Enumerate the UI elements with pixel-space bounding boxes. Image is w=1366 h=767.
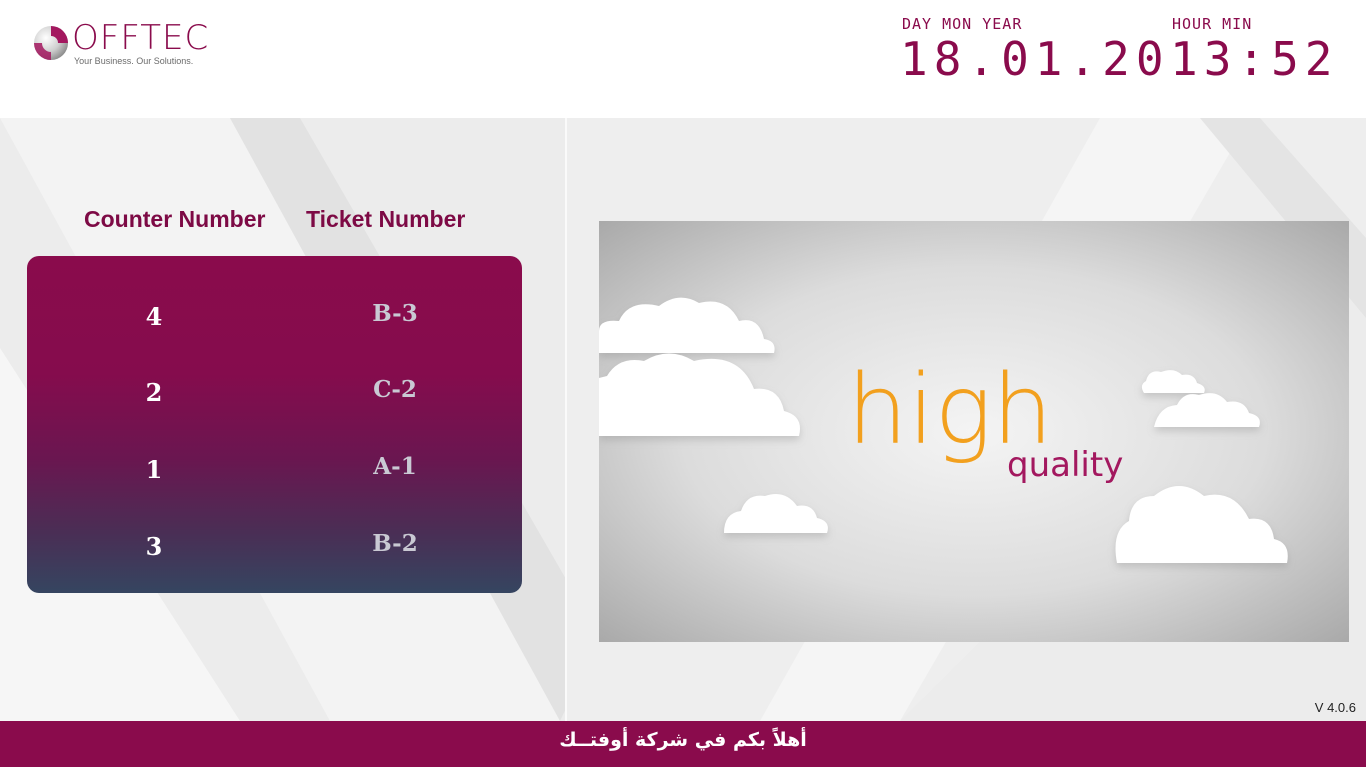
ticket-number: B-2: [372, 530, 418, 557]
app-version: V 4.0.6: [1314, 700, 1356, 715]
promo-video-frame: high quality: [599, 297, 1288, 563]
counter-number: 1: [145, 455, 163, 484]
counter-number: 4: [145, 302, 163, 331]
ticket-number: B-3: [372, 300, 418, 327]
time-label: HOUR MIN: [1172, 15, 1253, 33]
date-display: 18.01.20: [900, 32, 1170, 86]
ticket-number: C-2: [373, 376, 417, 403]
counter-number: 2: [145, 378, 163, 407]
brand-logo: OFFTEC Your Business. Our Solutions.: [32, 18, 232, 70]
queue-row: 2 C-2: [27, 376, 522, 416]
counter-number: 3: [145, 532, 163, 561]
welcome-message: أهلاً بكم في شركة أوفتــك: [559, 729, 807, 751]
main-stage: Counter Number Ticket Number 4 B-3 2 C-2…: [0, 118, 1366, 721]
brand-tagline: Your Business. Our Solutions.: [74, 56, 194, 66]
counter-number-header: Counter Number: [84, 206, 266, 232]
header: OFFTEC Your Business. Our Solutions. DAY…: [0, 0, 1366, 118]
promo-video-player[interactable]: high quality: [599, 221, 1349, 642]
queue-row: 1 A-1: [27, 453, 522, 493]
time-display: 13:52: [1170, 32, 1339, 86]
date-label: DAY MON YEAR: [902, 15, 1023, 33]
queue-row: 4 B-3: [27, 300, 522, 340]
footer-ticker: أهلاً بكم في شركة أوفتــك: [0, 721, 1366, 767]
brand-name: OFFTEC: [72, 18, 210, 58]
ticket-number: A-1: [373, 453, 417, 480]
queue-panel: 4 B-3 2 C-2 1 A-1 3 B-2: [27, 256, 522, 593]
column-divider: [565, 118, 567, 721]
promo-subline: quality: [1007, 445, 1123, 485]
ticket-number-header: Ticket Number: [306, 206, 466, 232]
queue-row: 3 B-2: [27, 530, 522, 570]
logo-sphere-icon: [34, 26, 68, 60]
